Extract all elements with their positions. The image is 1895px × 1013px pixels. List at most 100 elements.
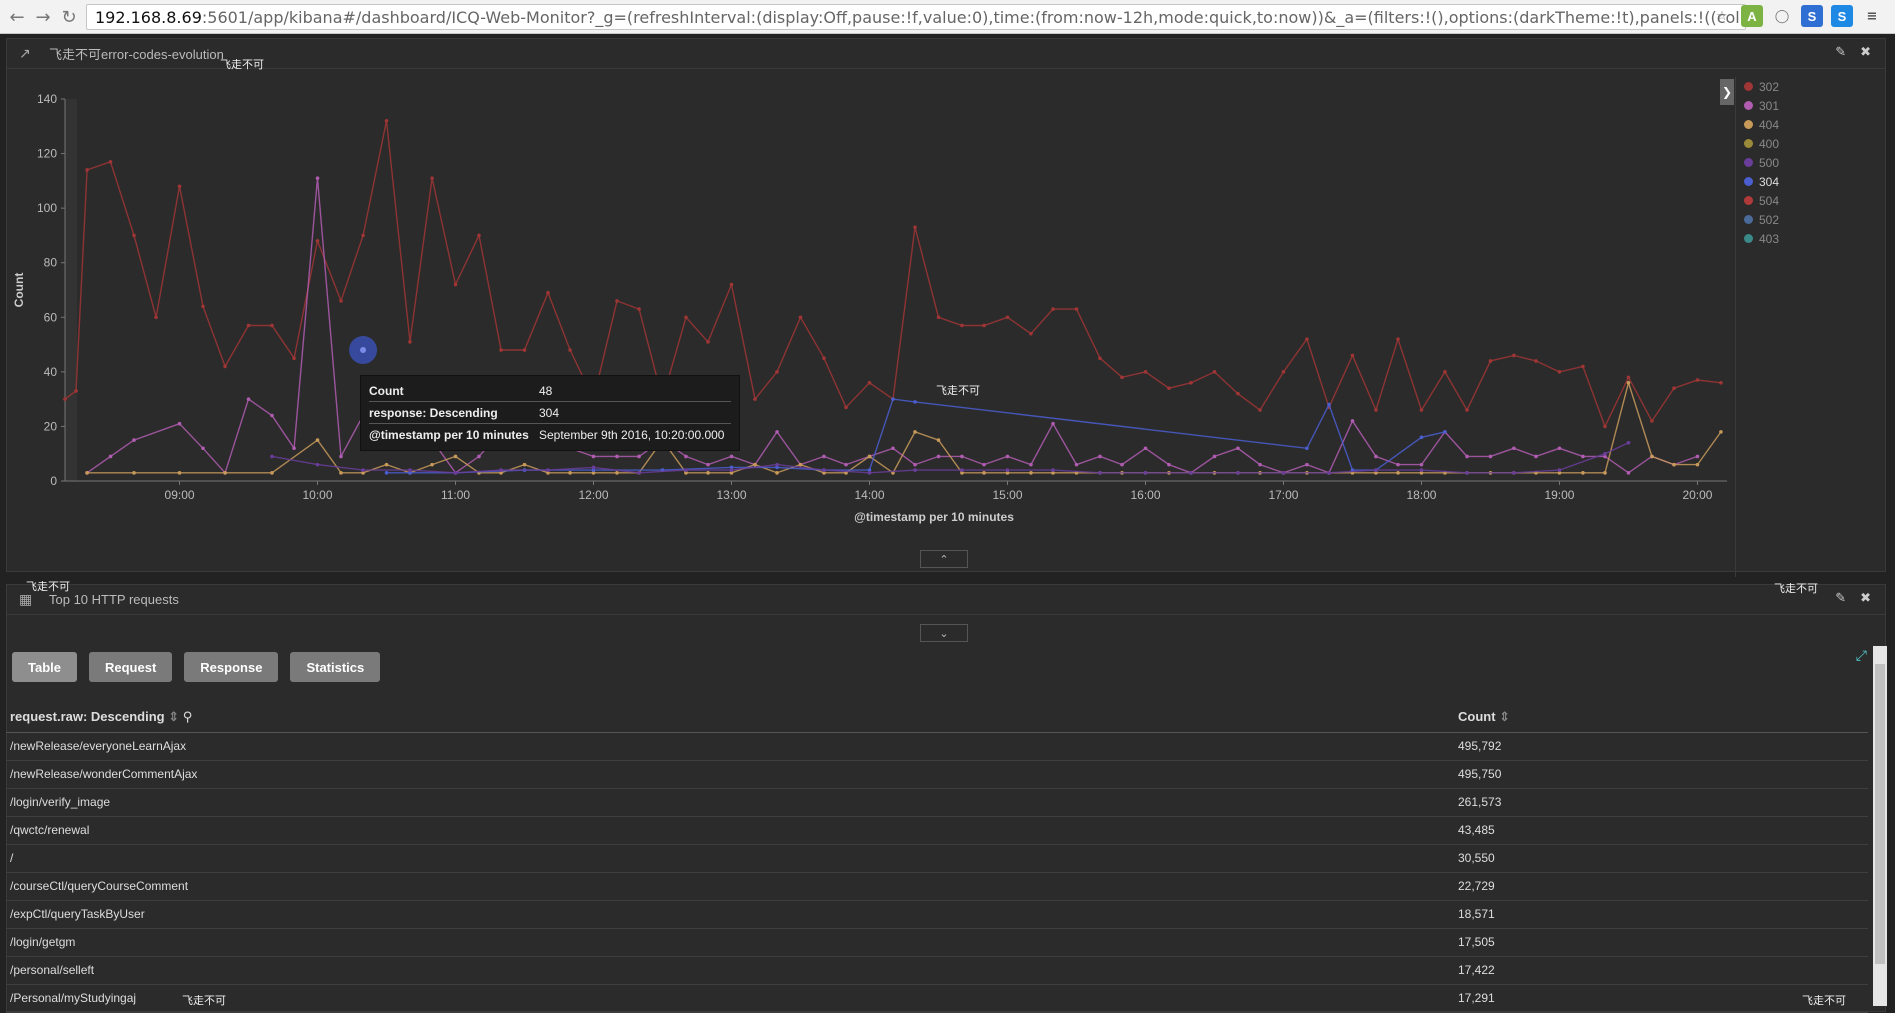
- series-point-301: [477, 454, 481, 459]
- y-tick-label: 100: [37, 201, 57, 215]
- address-bar[interactable]: 192.168.8.69:5601/app/kibana#/dashboard/…: [86, 4, 1746, 30]
- legend-item-302[interactable]: 302: [1744, 77, 1875, 96]
- series-point-301: [1396, 462, 1400, 467]
- series-point-302: [177, 184, 182, 189]
- series-point-301: [591, 454, 596, 459]
- y-tick-label: 120: [37, 147, 57, 161]
- android-extension-icon[interactable]: A: [1741, 5, 1763, 27]
- table-header-row: request.raw: Descending ⇕ ⚲ Count ⇕: [6, 702, 1868, 733]
- series-point-302: [798, 315, 803, 320]
- shield-extension-icon[interactable]: ◯: [1771, 5, 1793, 27]
- series-point-302: [775, 370, 779, 374]
- series-point-500: [1281, 471, 1286, 475]
- expand-icon[interactable]: ⤢: [1856, 648, 1867, 664]
- y-tick-label: 140: [37, 92, 57, 106]
- series-point-302: [1236, 391, 1240, 396]
- legend-item-404[interactable]: 404: [1744, 115, 1875, 134]
- series-point-302: [1443, 370, 1447, 374]
- series-point-404: [1029, 471, 1033, 475]
- tab-request[interactable]: Request: [89, 652, 173, 682]
- series-point-302: [1603, 424, 1607, 429]
- series-point-302: [729, 282, 734, 287]
- edit-icon[interactable]: ✎: [1835, 591, 1846, 606]
- series-point-302: [63, 397, 67, 401]
- back-icon[interactable]: ←: [4, 4, 30, 30]
- tooltip-value: 48: [539, 383, 553, 398]
- series-point-500: [453, 471, 458, 475]
- overlay-text-5: 飞走不可: [182, 995, 226, 1007]
- request-cell: /personal/selleft: [6, 956, 1454, 985]
- scrollbar-thumb[interactable]: [1875, 664, 1885, 964]
- series-point-302: [74, 389, 78, 393]
- legend-item-502[interactable]: 502: [1744, 210, 1875, 229]
- series-point-301: [1029, 462, 1033, 467]
- legend-label: 404: [1759, 117, 1780, 132]
- series-point-301: [1305, 462, 1309, 467]
- sort-icon[interactable]: ⇕: [1499, 710, 1510, 725]
- column-header-count[interactable]: Count ⇕: [1454, 702, 1868, 733]
- sort-icon[interactable]: ⇕: [168, 710, 179, 725]
- requests-table: request.raw: Descending ⇕ ⚲ Count ⇕ /new…: [6, 702, 1868, 1013]
- series-point-302: [1512, 353, 1516, 358]
- s-extension-icon[interactable]: S: [1801, 5, 1823, 27]
- series-point-302: [1029, 331, 1033, 336]
- series-point-301: [1465, 454, 1469, 459]
- tab-table[interactable]: Table: [12, 652, 77, 682]
- legend-item-400[interactable]: 400: [1744, 134, 1875, 153]
- legend-toggle-icon[interactable]: ❯: [1720, 79, 1734, 105]
- x-tick-label: 15:00: [992, 488, 1022, 502]
- series-point-304: [1443, 430, 1447, 434]
- series-point-302: [1074, 307, 1079, 311]
- legend-label: 304: [1759, 174, 1780, 189]
- series-point-301: [1557, 446, 1562, 451]
- series-point-302: [1465, 408, 1469, 412]
- overlay-text-6: 飞走不可: [1802, 995, 1846, 1007]
- series-point-404: [1672, 462, 1676, 467]
- legend-item-304[interactable]: 304: [1744, 172, 1875, 191]
- series-point-301: [1581, 454, 1585, 459]
- series-point-302: [132, 233, 136, 238]
- series-point-500: [960, 468, 964, 472]
- table-scrollbar[interactable]: [1873, 646, 1887, 1006]
- forward-icon[interactable]: →: [30, 4, 56, 30]
- series-point-404: [1396, 471, 1400, 475]
- s-extension-2-icon[interactable]: S: [1831, 5, 1853, 27]
- column-header-label: Count: [1458, 708, 1496, 724]
- series-point-404: [453, 454, 458, 459]
- series-point-302: [361, 233, 365, 238]
- series-point-301: [292, 446, 296, 451]
- collapse-down-button[interactable]: ⌄: [920, 624, 968, 642]
- close-icon[interactable]: ✖: [1860, 591, 1871, 606]
- close-icon[interactable]: ✖: [1860, 45, 1871, 60]
- series-point-301: [339, 454, 343, 459]
- extension-icons: ☆ A ◯ S S ≡: [1711, 5, 1883, 27]
- search-icon[interactable]: ⚲: [183, 710, 193, 725]
- legend-item-500[interactable]: 500: [1744, 153, 1875, 172]
- collapse-up-button[interactable]: ⌃: [920, 550, 968, 568]
- series-point-404: [522, 462, 527, 467]
- series-point-500: [1189, 471, 1193, 475]
- series-point-404: [270, 471, 274, 475]
- series-point-500: [499, 468, 503, 472]
- x-tick-label: 20:00: [1682, 488, 1712, 502]
- column-header-request[interactable]: request.raw: Descending ⇕ ⚲: [6, 702, 1454, 733]
- series-point-301: [1143, 446, 1148, 451]
- edit-icon[interactable]: ✎: [1835, 45, 1846, 60]
- legend-item-504[interactable]: 504: [1744, 191, 1875, 210]
- tab-response[interactable]: Response: [184, 652, 279, 682]
- x-tick-label: 18:00: [1406, 488, 1436, 502]
- star-icon[interactable]: ☆: [1711, 5, 1733, 27]
- reload-icon[interactable]: ↻: [56, 4, 82, 30]
- legend-item-301[interactable]: 301: [1744, 96, 1875, 115]
- series-point-404: [132, 471, 136, 475]
- series-point-404: [982, 471, 986, 475]
- series-point-301: [822, 454, 826, 459]
- series-point-302: [1534, 359, 1538, 363]
- tooltip-row: response: Descending 304: [369, 402, 731, 424]
- tab-statistics[interactable]: Statistics: [290, 652, 381, 682]
- series-point-500: [1603, 451, 1607, 456]
- series-point-301: [1350, 419, 1355, 423]
- series-point-302: [913, 225, 917, 230]
- legend-item-403[interactable]: 403: [1744, 229, 1875, 248]
- menu-icon[interactable]: ≡: [1861, 5, 1883, 27]
